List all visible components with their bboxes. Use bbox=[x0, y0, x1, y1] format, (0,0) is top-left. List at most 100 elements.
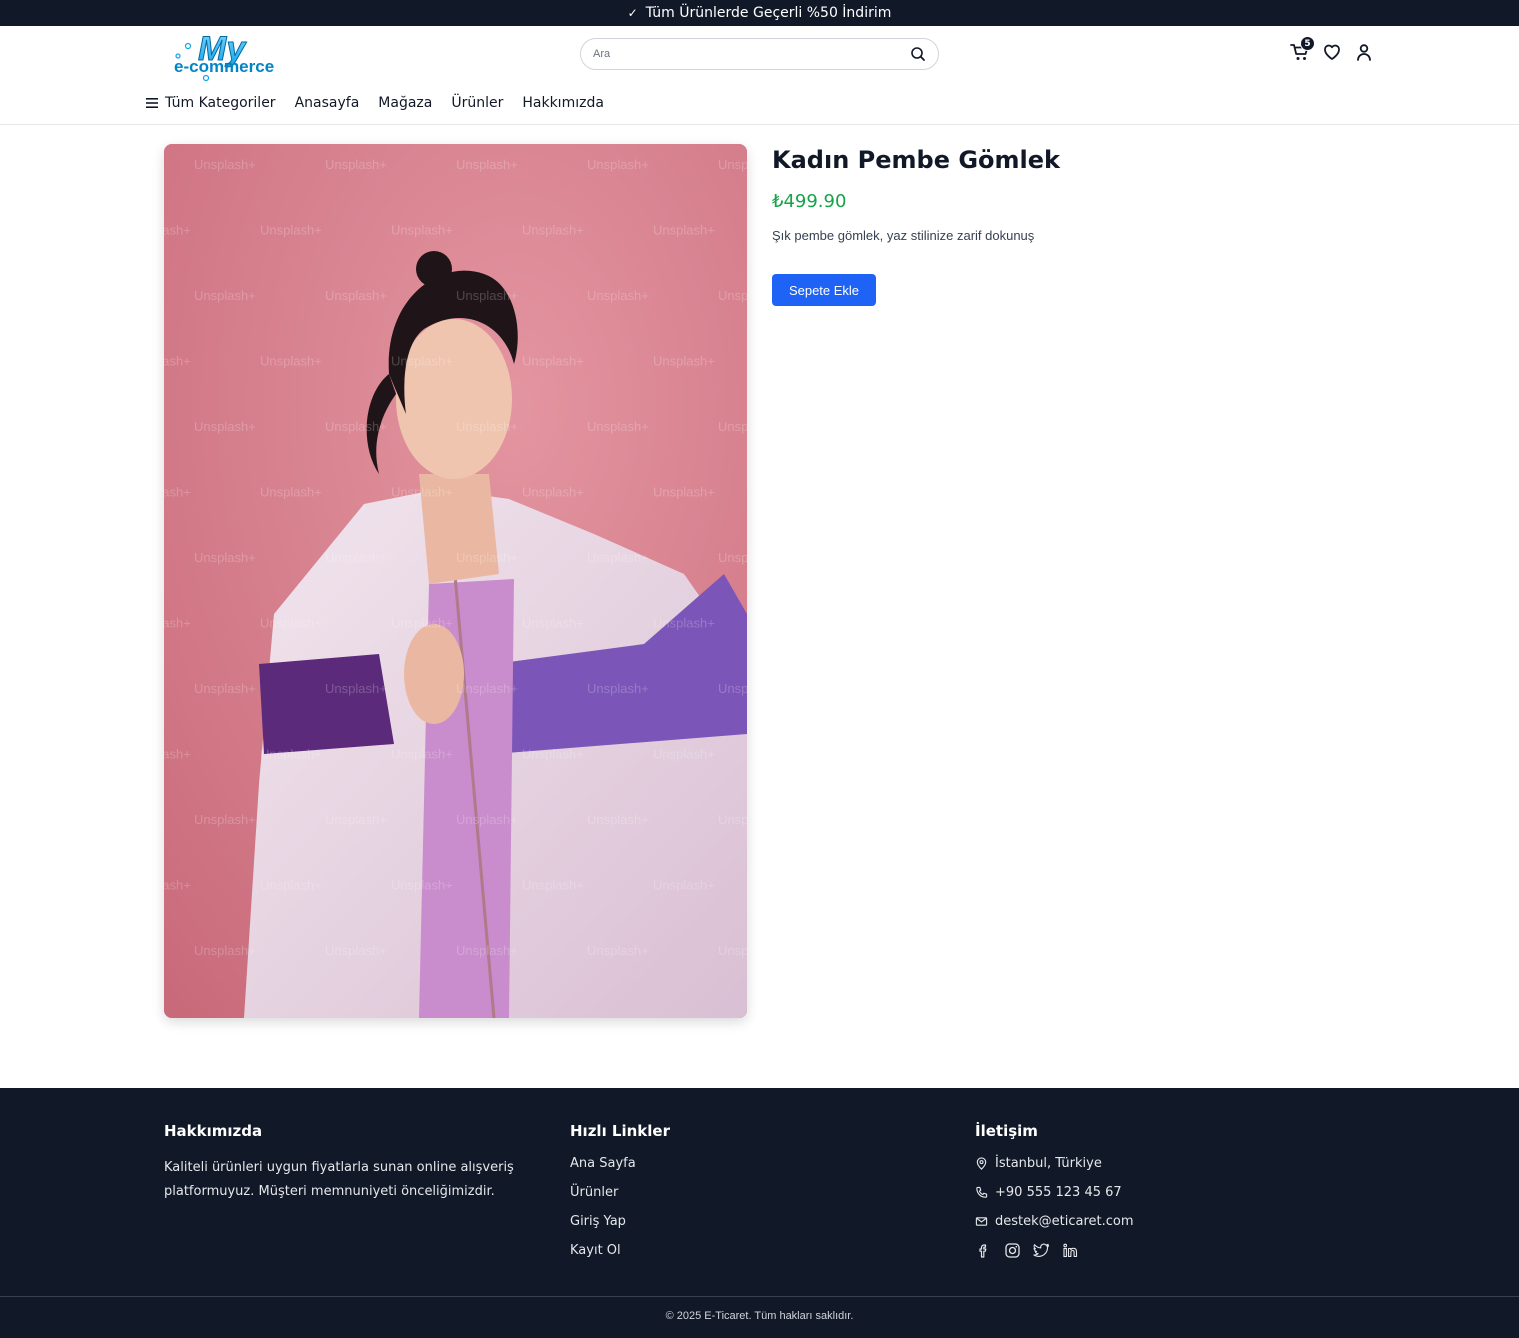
watermark-text: Unsplash+ bbox=[718, 419, 747, 434]
watermark-text: Unsplash+ bbox=[164, 747, 191, 762]
watermark-text: Unsplash+ bbox=[325, 812, 387, 827]
footer-link-register[interactable]: Kayıt Ol bbox=[570, 1236, 670, 1265]
watermark-text: Unsplash+ bbox=[391, 878, 453, 893]
linkedin-icon[interactable] bbox=[1062, 1242, 1079, 1259]
watermark-text: Unsplash+ bbox=[718, 943, 747, 958]
copyright-text: © 2025 E-Ticaret. Tüm hakları saklıdır. bbox=[665, 1310, 854, 1322]
watermark-text: Unsplash+ bbox=[260, 878, 322, 893]
footer-about-title: Hakkımızda bbox=[164, 1122, 263, 1140]
watermark-text: Unsplash+ bbox=[587, 419, 649, 434]
watermark-text: Unsplash+ bbox=[587, 288, 649, 303]
watermark-text: Unsplash+ bbox=[522, 223, 584, 238]
nav-products[interactable]: Ürünler bbox=[451, 95, 503, 111]
footer-quick-links-title: Hızlı Linkler bbox=[570, 1122, 670, 1140]
user-icon[interactable] bbox=[1354, 42, 1374, 62]
nav-store[interactable]: Mağaza bbox=[378, 95, 432, 111]
watermark-text: Unsplash+ bbox=[718, 812, 747, 827]
search-icon[interactable] bbox=[910, 46, 926, 62]
nav-about[interactable]: Hakkımızda bbox=[522, 95, 604, 111]
watermark-text: Unsplash+ bbox=[391, 747, 453, 762]
social-links bbox=[975, 1242, 1134, 1259]
watermark-text: Unsplash+ bbox=[587, 681, 649, 696]
watermark-text: Unsplash+ bbox=[653, 354, 715, 369]
instagram-icon[interactable] bbox=[1004, 1242, 1021, 1259]
watermark-text: Unsplash+ bbox=[587, 812, 649, 827]
watermark-text: Unsplash+ bbox=[194, 288, 256, 303]
watermark-text: Unsplash+ bbox=[325, 157, 387, 172]
footer-contact: İletişim İstanbul, Türkiye +90 555 123 4… bbox=[975, 1122, 1134, 1259]
watermark-text: Unsplash+ bbox=[164, 354, 191, 369]
product-description: Şık pembe gömlek, yaz stilinize zarif do… bbox=[772, 228, 1035, 243]
watermark-text: Unsplash+ bbox=[456, 681, 518, 696]
watermark-text: Unsplash+ bbox=[456, 943, 518, 958]
watermark-text: Unsplash+ bbox=[194, 419, 256, 434]
contact-address-text: İstanbul, Türkiye bbox=[995, 1156, 1102, 1171]
watermark-text: Unsplash+ bbox=[522, 616, 584, 631]
watermark-text: Unsplash+ bbox=[456, 550, 518, 565]
contact-email: destek@eticaret.com bbox=[975, 1207, 1134, 1236]
menu-icon bbox=[146, 98, 158, 108]
watermark-text: Unsplash+ bbox=[391, 485, 453, 500]
product-title: Kadın Pembe Gömlek bbox=[772, 146, 1060, 174]
watermark-text: Unsplash+ bbox=[391, 616, 453, 631]
watermark-text: Unsplash+ bbox=[456, 157, 518, 172]
nav-home[interactable]: Anasayfa bbox=[295, 95, 360, 111]
watermark-text: Unsplash+ bbox=[194, 943, 256, 958]
site-logo[interactable]: My e-commerce bbox=[170, 30, 300, 82]
watermark-text: Unsplash+ bbox=[653, 616, 715, 631]
watermark-text: Unsplash+ bbox=[718, 550, 747, 565]
watermark-text: Unsplash+ bbox=[325, 681, 387, 696]
footer-link-home[interactable]: Ana Sayfa bbox=[570, 1149, 670, 1178]
watermark-text: Unsplash+ bbox=[164, 223, 191, 238]
search-box[interactable] bbox=[580, 38, 939, 70]
nav-all-categories[interactable]: Tüm Kategoriler bbox=[146, 95, 276, 111]
watermark-text: Unsplash+ bbox=[653, 747, 715, 762]
site-header: My e-commerce 5 Tüm Kategoriler Anasayfa bbox=[0, 26, 1519, 125]
product-image: Unsplash+ Unsplash+ Unsplash+ Unsplash+ Unsp… bbox=[164, 144, 747, 1018]
watermark-text: Unsplash+ bbox=[522, 878, 584, 893]
watermark-text: Unsplash+ bbox=[456, 288, 518, 303]
search-input[interactable] bbox=[593, 48, 910, 60]
watermark-text: Unsplash+ bbox=[194, 812, 256, 827]
facebook-icon[interactable] bbox=[975, 1242, 992, 1259]
heart-icon[interactable] bbox=[1322, 42, 1342, 62]
watermark-text: Unsplash+ bbox=[260, 354, 322, 369]
nav-all-categories-label: Tüm Kategoriler bbox=[165, 95, 276, 111]
watermark-text: Unsplash+ bbox=[653, 223, 715, 238]
watermark-text: Unsplash+ bbox=[718, 681, 747, 696]
watermark-text: Unsplash+ bbox=[164, 485, 191, 500]
watermark-text: Unsplash+ bbox=[325, 943, 387, 958]
watermark-text: Unsplash+ bbox=[718, 157, 747, 172]
watermark-text: Unsplash+ bbox=[325, 419, 387, 434]
product-price: ₺499.90 bbox=[772, 191, 847, 212]
main-nav: Tüm Kategoriler Anasayfa Mağaza Ürünler … bbox=[146, 95, 623, 111]
phone-icon bbox=[976, 1186, 988, 1198]
product-info: Kadın Pembe Gömlek ₺499.90 Şık pembe göm… bbox=[772, 144, 1372, 306]
watermark-text: Unsplash+ bbox=[456, 419, 518, 434]
watermark-text: Unsplash+ bbox=[325, 288, 387, 303]
cart-icon[interactable]: 5 bbox=[1290, 36, 1315, 62]
cart-count-badge: 5 bbox=[1300, 36, 1315, 51]
contact-email-text: destek@eticaret.com bbox=[995, 1214, 1134, 1229]
watermark-text: Unsplash+ bbox=[260, 485, 322, 500]
watermark-text: Unsplash+ bbox=[522, 747, 584, 762]
watermark-text: Unsplash+ bbox=[164, 878, 191, 893]
watermark-text: Unsplash+ bbox=[260, 223, 322, 238]
watermark-text: Unsplash+ bbox=[587, 943, 649, 958]
twitter-icon[interactable] bbox=[1033, 1242, 1050, 1259]
footer-link-login[interactable]: Giriş Yap bbox=[570, 1207, 670, 1236]
watermark-text: Unsplash+ bbox=[718, 288, 747, 303]
footer-link-products[interactable]: Ürünler bbox=[570, 1178, 670, 1207]
watermark-text: Unsplash+ bbox=[587, 157, 649, 172]
logo-text-ecommerce: e-commerce bbox=[174, 57, 274, 76]
watermark-text: Unsplash+ bbox=[260, 616, 322, 631]
watermark-text: Unsplash+ bbox=[587, 550, 649, 565]
watermark-text: Unsplash+ bbox=[325, 550, 387, 565]
watermark-text: Unsplash+ bbox=[522, 485, 584, 500]
watermark-text: Unsplash+ bbox=[391, 354, 453, 369]
contact-address: İstanbul, Türkiye bbox=[975, 1149, 1134, 1178]
add-to-cart-button[interactable]: Sepete Ekle bbox=[772, 274, 876, 306]
watermark-text: Unsplash+ bbox=[260, 747, 322, 762]
contact-phone-text: +90 555 123 45 67 bbox=[995, 1185, 1122, 1200]
watermark-text: Unsplash+ bbox=[194, 681, 256, 696]
